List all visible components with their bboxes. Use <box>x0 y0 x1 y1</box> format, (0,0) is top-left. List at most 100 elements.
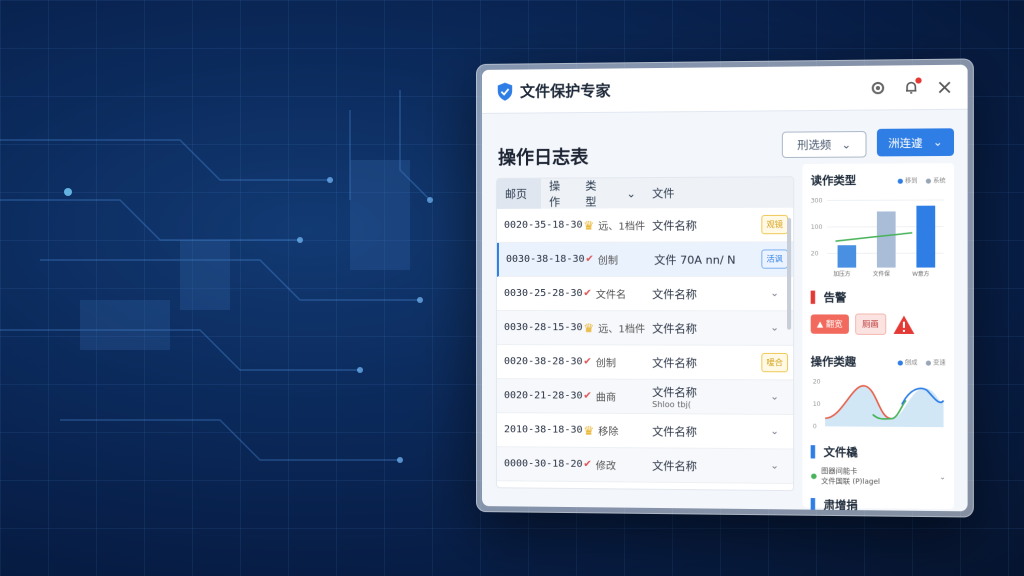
chevron-down-icon: ⌄ <box>932 135 943 149</box>
y-tick: 100 <box>811 224 823 231</box>
table-row[interactable]: 0020-21-28-30 ✔ 曲商 文件名称 Shloo tbj(⌄ <box>496 379 794 415</box>
bar-chart: 300 100 20 加压方 文件保 W意方 <box>811 197 946 278</box>
row-operation: ♛ 移除 <box>583 423 619 439</box>
table-row[interactable]: 0020-35-18-30 ♛ 远、1档件 文件名称 观镜 <box>496 207 794 243</box>
table-row[interactable]: 0030-25-28-30 ✔ 文件名 文件名称 ⌄ <box>496 276 794 312</box>
expand-chevron-icon[interactable]: ⌄ <box>756 391 793 402</box>
file-info[interactable]: ● 图器间能卡 文件国联 (P)lagel ⌄ <box>811 466 946 488</box>
file-line-2: 文件国联 (P)lagel <box>821 477 880 486</box>
bell-icon[interactable] <box>903 76 922 96</box>
row-operation: ♛ 远、1档件 <box>583 320 646 336</box>
chart2-ytick: 10 <box>813 401 821 408</box>
page-title: 操作日志表 <box>497 147 589 169</box>
col-header-file[interactable]: 文件 <box>644 185 683 201</box>
x-tick: W意方 <box>912 270 930 278</box>
row-file: 文件名称 <box>652 218 697 233</box>
alert-tag-critical[interactable]: ▲ 翻宽 <box>810 314 849 334</box>
row-time: 0020-35-18-30 <box>503 219 583 231</box>
alert-icon: ♛ <box>583 423 595 438</box>
bottom-title: 肃增捐 <box>823 498 858 512</box>
row-time: 0030-38-18-30 <box>505 253 585 265</box>
shield-icon <box>497 82 512 101</box>
row-file: 文件 70A nn/ N <box>654 253 736 267</box>
x-tick: 文件保 <box>873 270 891 278</box>
alert-tag-warning[interactable]: 厕画 <box>854 313 886 335</box>
col-header-op[interactable]: 操作 <box>541 177 577 209</box>
row-time: 0020-38-28-30 <box>503 356 583 368</box>
row-operation: ✔ 创制 <box>583 356 617 370</box>
table-row[interactable]: 0000-30-18-20 ✔ 修改 文件名称 ⌄ <box>496 447 794 485</box>
row-time: 0030-25-28-30 <box>503 288 583 300</box>
bar <box>916 205 936 268</box>
chart1-title: 读作类型 <box>810 173 857 188</box>
app-title: 文件保护专家 <box>519 81 611 101</box>
table-body: 0020-35-18-30 ♛ 远、1档件 文件名称 观镜 0030-38-18-30 ✔ 创… <box>496 207 794 485</box>
expand-chevron-icon[interactable]: ⌄ <box>756 426 793 437</box>
chart2-ytick: 0 <box>813 423 817 430</box>
check-icon: ✔ <box>585 253 594 265</box>
app-panel: 文件保护专家 操作日志表 刑选频 ⌄ 洲连遽 ⌄ 邮页 操作 类型 ⌄ 文件 0… <box>481 64 968 512</box>
row-operation: ♛ 远、1档件 <box>583 218 646 233</box>
close-icon[interactable] <box>936 79 953 96</box>
expand-chevron-icon[interactable]: ⌄ <box>756 460 793 471</box>
chevron-down-icon: ⌄ <box>626 186 636 200</box>
alert-icon: ♛ <box>583 218 595 233</box>
alert-row: ▲ 翻宽 厕画 <box>810 313 946 335</box>
bar <box>837 245 857 268</box>
check-icon: ✔ <box>583 458 592 471</box>
alert-title: 告警 <box>823 291 847 305</box>
file-title: 文件橇 <box>823 445 858 460</box>
log-table: 邮页 操作 类型 ⌄ 文件 0020-35-18-30 ♛ 远、1档件 文件名称 观镜 0… <box>495 176 795 492</box>
filter-dropdown[interactable]: 刑选频 ⌄ <box>781 130 867 159</box>
row-time: 0020-21-28-30 <box>503 390 583 402</box>
alert-marker-icon: ▌ <box>810 290 820 304</box>
row-time: 0030-28-15-30 <box>503 322 583 334</box>
table-row[interactable]: 0030-38-18-30 ✔ 创制 文件 70A nn/ N 活讽 <box>496 242 794 277</box>
alert-header: ▌ 告警 <box>811 289 946 305</box>
table-row[interactable]: 0030-28-15-30 ♛ 远、1档件 文件名称 ⌄ <box>496 311 794 346</box>
trend-line <box>835 233 912 241</box>
row-file: 文件名称 <box>652 356 697 370</box>
row-operation: ✔ 修改 <box>583 458 617 473</box>
app-window: 文件保护专家 操作日志表 刑选频 ⌄ 洲连遽 ⌄ 邮页 操作 类型 ⌄ 文件 0… <box>476 58 974 518</box>
file-header: ▌ 文件橇 <box>811 444 946 461</box>
check-icon: ✔ <box>583 288 592 300</box>
row-file: 文件名称 <box>652 321 697 336</box>
settings-icon[interactable] <box>870 79 887 95</box>
check-icon: ✔ <box>583 390 592 402</box>
row-operation: ✔ 创制 <box>585 253 619 267</box>
table-row[interactable]: 0020-38-28-30 ✔ 创制 文件名称 嗳合 <box>496 345 794 381</box>
col-header-type[interactable]: 类型 ⌄ <box>577 177 644 210</box>
x-tick: 加压方 <box>833 270 851 278</box>
table-header: 邮页 操作 类型 ⌄ 文件 <box>496 177 794 210</box>
chart2-header: 操作类趣 刨成 变速 <box>811 353 946 370</box>
stats-sidebar: 读作类型 移到 系统 300 100 20 加压方 文件保 W意方 ▌ 告警 ▲ 翻宽 厕… <box>802 163 955 511</box>
row-time: 0000-30-18-20 <box>503 458 583 470</box>
bar <box>876 211 896 268</box>
check-icon: ✔ <box>583 356 592 368</box>
chart1-header: 读作类型 移到 系统 <box>811 171 946 188</box>
chart2-title: 操作类趣 <box>810 355 857 369</box>
y-tick: 20 <box>811 250 819 257</box>
y-tick: 300 <box>811 197 823 204</box>
bottom-marker-icon: ▌ <box>810 497 820 512</box>
row-file: 文件名称 <box>652 458 697 473</box>
chevron-down-icon: ⌄ <box>939 473 946 482</box>
col-header-time[interactable]: 邮页 <box>496 178 542 209</box>
row-file: 文件名称 <box>652 424 697 439</box>
status-tag[interactable]: 嗳合 <box>756 352 793 373</box>
bottom-header: ▌ 肃增捐 <box>811 496 946 511</box>
warning-triangle-icon <box>893 315 915 334</box>
table-row[interactable]: 2010-38-18-30 ♛ 移除 文件名称 ⌄ <box>496 413 794 450</box>
notification-dot <box>915 76 922 84</box>
chart2-legend-1: 刨成 <box>897 357 917 366</box>
file-marker-icon: ▌ <box>810 445 820 459</box>
scrollbar[interactable] <box>787 217 792 330</box>
action-dropdown-button[interactable]: 洲连遽 ⌄ <box>876 128 955 157</box>
chart1-legend-2: 系统 <box>925 175 946 184</box>
chart1-legend-1: 移到 <box>897 175 917 184</box>
alert-icon: ♛ <box>583 320 595 335</box>
row-operation: ✔ 曲商 <box>583 390 617 404</box>
action-label: 洲连遽 <box>888 136 923 150</box>
row-file: 文件名称 <box>652 287 697 301</box>
